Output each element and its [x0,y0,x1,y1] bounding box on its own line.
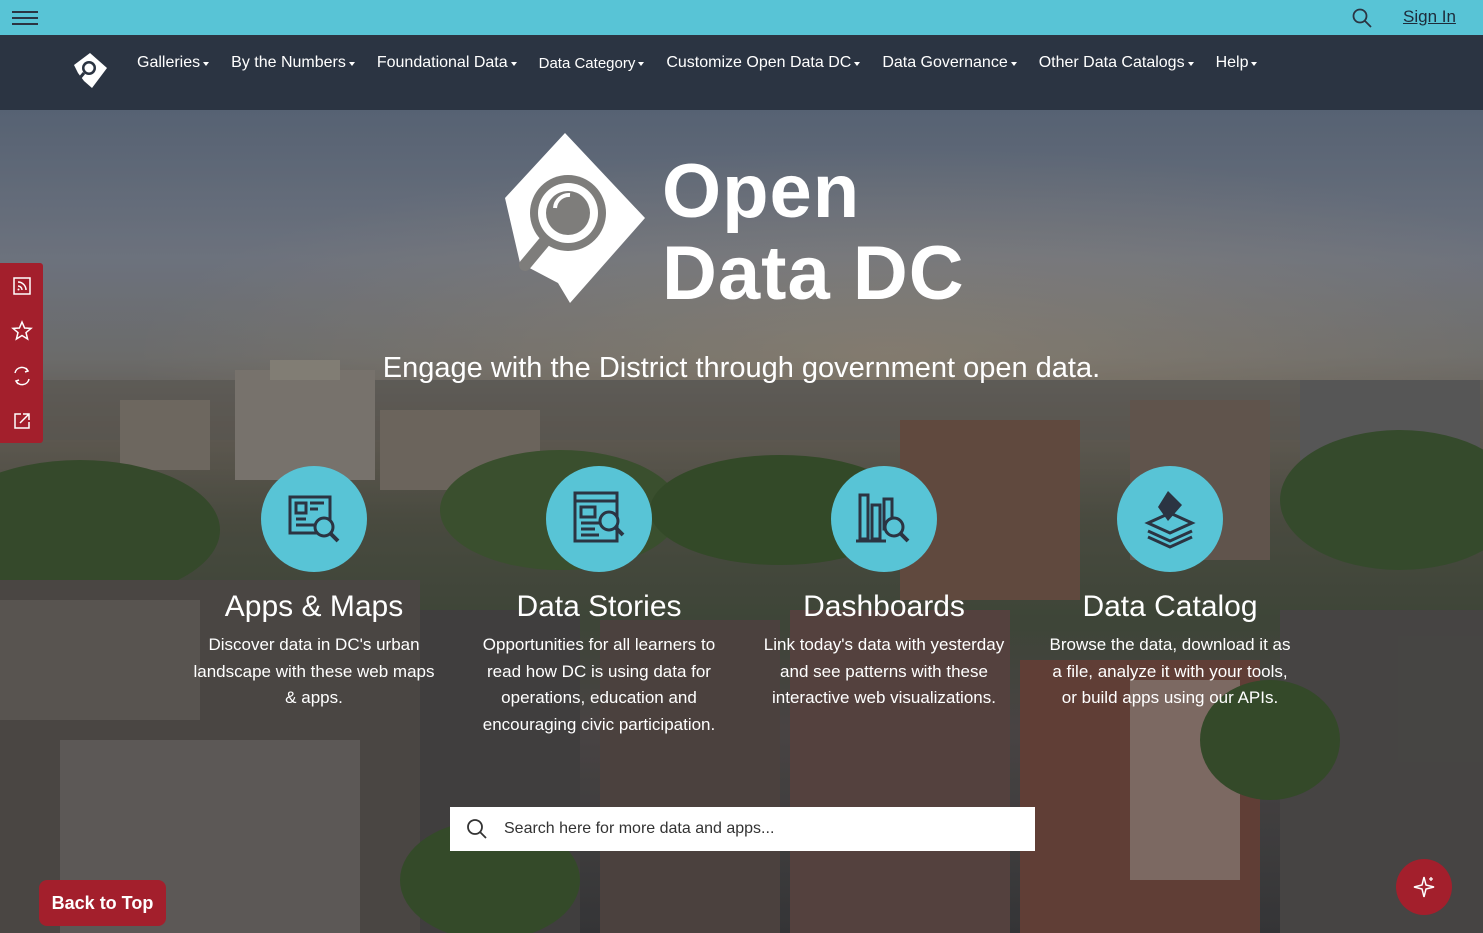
caret-down-icon [638,62,645,66]
nav-item-data-category[interactable]: Data Category [539,54,645,72]
feature-title[interactable]: Dashboards [759,590,1009,624]
apps-maps-button[interactable] [261,466,367,572]
nav-menu: Galleries By the Numbers Foundational Da… [137,54,1258,72]
side-action-rail [0,263,43,443]
hero-tagline: Engage with the District through governm… [382,352,1101,384]
brand-title-line-1: Open [662,149,861,234]
feature-apps-maps: Apps & Maps Discover data in DC's urban … [189,466,439,712]
feature-title[interactable]: Data Catalog [1045,590,1295,624]
feature-dashboards: Dashboards Link today's data with yester… [759,466,1009,712]
feature-data-stories: Data Stories Opportunities for all learn… [474,466,724,738]
feature-data-catalog: Data Catalog Browse the data, download i… [1045,466,1295,712]
chart-search-icon [856,493,910,543]
caret-down-icon [1251,62,1258,66]
sign-in-link[interactable]: Sign In [1403,7,1456,27]
open-data-dc-logo[interactable] [70,51,110,91]
caret-down-icon [348,62,355,66]
caret-down-icon [203,62,210,66]
share-icon[interactable] [11,410,33,432]
nav-item-data-governance[interactable]: Data Governance [882,54,1017,72]
open-data-dc-logo-mark [505,133,645,303]
back-to-top-button[interactable]: Back to Top [39,880,166,926]
translate-icon[interactable] [11,365,33,387]
open-data-dc-brand: Open Data DC [500,133,1000,315]
search-icon[interactable] [1352,8,1372,28]
caret-down-icon [510,62,517,66]
nav-item-customize-open-data-dc[interactable]: Customize Open Data DC [666,54,861,72]
feature-description: Opportunities for all learners to read h… [482,635,716,734]
feature-title[interactable]: Apps & Maps [189,590,439,624]
nav-item-other-data-catalogs[interactable]: Other Data Catalogs [1039,54,1194,72]
nav-item-help[interactable]: Help [1216,54,1258,72]
nav-item-by-the-numbers[interactable]: By the Numbers [231,54,355,72]
main-navigation: Galleries By the Numbers Foundational Da… [0,35,1483,110]
feature-description: Link today's data with yesterday and see… [763,635,1005,707]
layers-icon [1144,491,1196,549]
data-catalog-button[interactable] [1117,466,1223,572]
search-input[interactable] [504,820,1024,838]
hero-section: Open Data DC Engage with the District th… [0,110,1483,933]
top-utility-bar: Sign In [0,0,1483,35]
brand-title: Open Data DC [662,151,965,315]
search-icon [467,819,487,839]
story-search-icon [573,491,625,543]
feature-description: Discover data in DC's urban landscape wi… [193,635,435,707]
nav-item-foundational-data[interactable]: Foundational Data [377,54,517,72]
caret-down-icon [1010,62,1017,66]
map-search-icon [288,495,340,543]
caret-down-icon [1187,62,1194,66]
assistant-button[interactable] [1396,859,1452,915]
data-stories-button[interactable] [546,466,652,572]
brand-title-line-2: Data DC [662,231,965,316]
feature-title[interactable]: Data Stories [474,590,724,624]
dashboards-button[interactable] [831,466,937,572]
star-icon[interactable] [11,320,33,342]
sparkle-icon [1413,876,1435,898]
feature-description: Browse the data, download it as a file, … [1049,635,1291,707]
nav-item-galleries[interactable]: Galleries [137,54,210,72]
caret-down-icon [854,62,861,66]
hamburger-menu-icon[interactable] [12,7,38,29]
data-search-bar [450,807,1035,851]
rss-icon[interactable] [11,275,33,297]
